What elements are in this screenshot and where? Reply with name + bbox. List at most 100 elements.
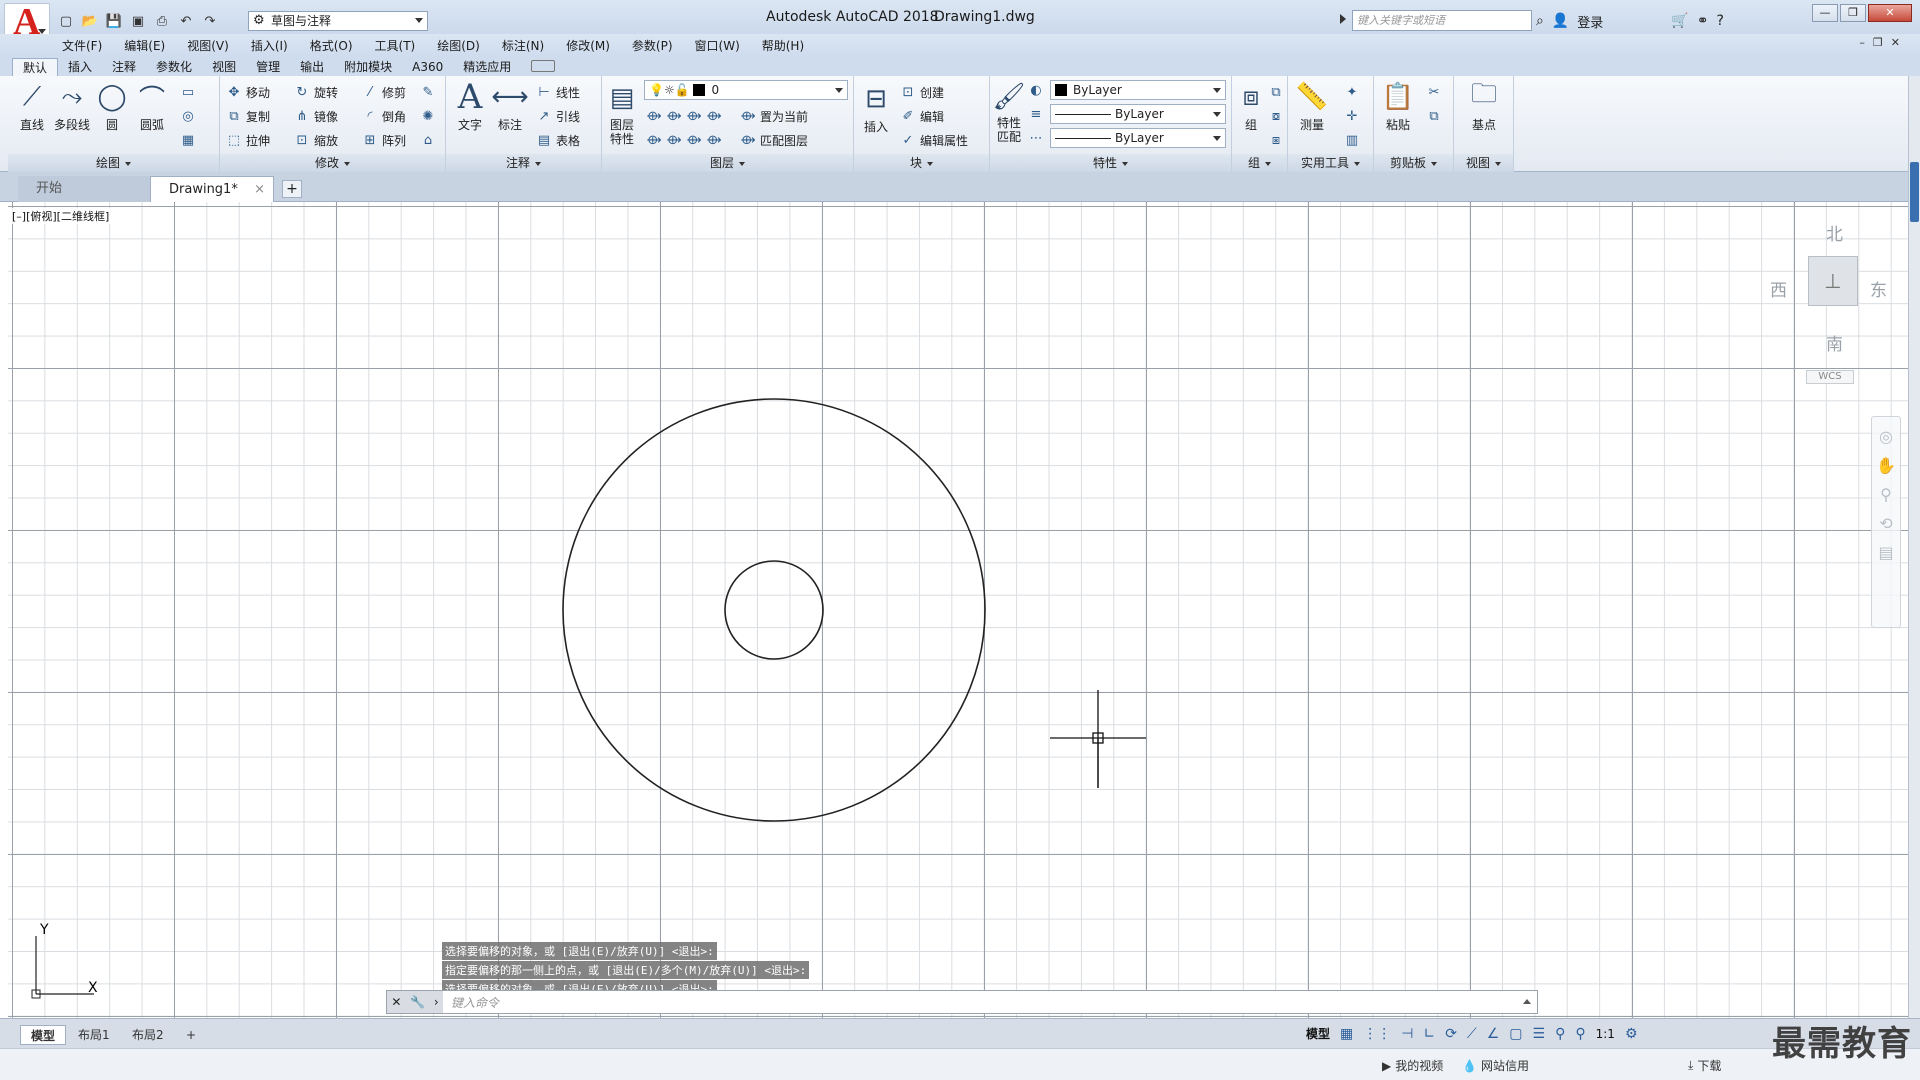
point-button[interactable]: ✛ [1344,106,1360,126]
viewcube[interactable]: 北 西 东 ⊥ 南 WCS [1768,216,1888,386]
viewport-controls[interactable]: [–][俯视][二维线框] [10,208,112,224]
measure-button[interactable]: 📏 测量 [1292,80,1332,133]
group-select-button[interactable]: ⧆ [1268,130,1284,150]
undo-icon[interactable]: ↶ [176,11,196,31]
close-button[interactable]: ✕ [1868,4,1912,22]
document-window-controls[interactable]: –❐✕ [1859,36,1908,49]
tab-layout2[interactable]: 布局2 [122,1025,174,1045]
history-up-icon[interactable] [1523,999,1531,1004]
tab-parametric[interactable]: 参数化 [146,58,202,76]
lineweight-dropdown[interactable]: ByLayer [1050,104,1226,124]
user-icon[interactable]: 👤 [1552,13,1569,29]
panel-properties-title[interactable]: 特性 [990,154,1231,172]
stretch-button[interactable]: ⬚ 拉伸 [226,130,270,150]
viewcube-top-face[interactable]: ⊥ [1808,256,1858,306]
match-properties-button[interactable]: 🖌 特性 匹配 [992,80,1026,144]
copy-button[interactable]: ⧉ 复制 [226,106,270,126]
workspace-selector[interactable]: ⚙ 草图与注释 [248,11,428,31]
save-icon[interactable]: 💾 [104,11,124,31]
quick-select-button[interactable]: ✦ [1344,82,1360,102]
new-tab-button[interactable]: + [282,180,302,198]
menu-edit[interactable]: 编辑(E) [124,37,165,54]
panel-annotation-title[interactable]: 注释 [446,154,601,172]
object-snap-icon[interactable]: ▢ [1509,1026,1522,1042]
arc-button[interactable]: ⌒ 圆弧 [132,80,172,133]
create-block-button[interactable]: ⊡ 创建 [900,82,944,102]
save-as-icon[interactable]: ▣ [128,11,148,31]
grid-icon[interactable]: ▦ [1340,1026,1353,1042]
match-layer-button[interactable]: ⟴ 匹配图层 [740,130,808,150]
drawing-canvas[interactable]: [–][俯视][二维线框] 北 西 东 ⊥ 南 WCS ◎ ✋ ⚲ ⟲ ▤ Y … [8,202,1908,1018]
cut-button[interactable]: ✂ [1426,82,1442,102]
panel-groups-title[interactable]: 组 [1232,154,1287,172]
close-icon[interactable]: × [254,177,265,203]
polar-icon[interactable]: ⟳ [1445,1026,1457,1042]
panel-clipboard-title[interactable]: 剪贴板 [1374,154,1453,172]
paste-button[interactable]: 📋 粘贴 [1378,80,1418,133]
layer-dropdown[interactable]: 💡☼🔓 0 [644,80,848,100]
login-link[interactable]: 登录 [1577,12,1603,31]
close-icon[interactable]: ✕ [391,995,401,1009]
color-dropdown[interactable]: ByLayer [1050,80,1226,100]
binoculars-icon[interactable]: ⌕ [1536,13,1544,29]
tab-drawing1[interactable]: Drawing1* × [150,176,274,202]
settings-icon[interactable]: ⚙ [1625,1026,1638,1042]
tab-start[interactable]: 开始 [18,176,150,202]
orbit-icon[interactable]: ⟲ [1872,514,1900,533]
model-space-toggle[interactable]: 模型 [1306,1025,1330,1042]
layer-tools-row2[interactable]: ⟴ ⟴ ⟴ ⟴ [646,130,722,150]
edit-attributes-button[interactable]: ✓ 编辑属性 [900,130,968,150]
showmotion-icon[interactable]: ▤ [1872,543,1900,562]
viewcube-east[interactable]: 东 [1870,276,1887,301]
outer-circle[interactable] [562,398,986,822]
menu-draw[interactable]: 绘图(D) [437,37,480,54]
copy-clip-button[interactable]: ⧉ [1426,106,1442,126]
new-file-icon[interactable]: ▢ [56,11,76,31]
trim-button[interactable]: ⁄ 修剪 [362,82,406,102]
steering-wheel-icon[interactable]: ◎ [1872,427,1900,446]
annotation-visibility-icon[interactable]: ⚲ [1575,1026,1585,1042]
help-icon[interactable]: ? [1716,13,1723,29]
base-point-button[interactable]: 🗀 基点 [1464,79,1504,133]
hatch-button[interactable]: ◎ [180,106,196,126]
print-icon[interactable]: ⎙ [152,11,172,31]
panel-draw-title[interactable]: 绘图 [8,154,219,172]
ungroup-button[interactable]: ⧉ [1268,82,1284,102]
polyline-button[interactable]: ⤳ 多段线 [52,80,92,133]
move-button[interactable]: ✥ 移动 [226,82,270,102]
edit-block-button[interactable]: ✐ 编辑 [900,106,944,126]
zoom-icon[interactable]: ⚲ [1872,485,1900,504]
redo-icon[interactable]: ↷ [200,11,220,31]
leader-button[interactable]: ↗ 引线 [536,106,580,126]
search-expand-icon[interactable] [1340,14,1346,24]
menu-file[interactable]: 文件(F) [62,37,102,54]
line-button[interactable]: ⟋ 直线 [12,80,52,133]
menu-format[interactable]: 格式(O) [310,37,353,54]
add-layout-button[interactable]: + [176,1025,206,1045]
layer-tools-row1[interactable]: ⟴ ⟴ ⟴ ⟴ [646,106,722,126]
pan-hand-icon[interactable]: ✋ [1872,456,1900,475]
fillet-button[interactable]: ◜ 倒角 [362,106,406,126]
table-button[interactable]: ▤ 表格 [536,130,580,150]
menu-help[interactable]: 帮助(H) [762,37,804,54]
menu-window[interactable]: 窗口(W) [695,37,740,54]
group-button[interactable]: ⧈ 组 [1234,80,1268,133]
boundary-button[interactable]: ▦ [180,130,196,150]
array-button[interactable]: ⊞ 阵列 [362,130,406,150]
inner-circle[interactable] [724,560,824,660]
scroll-thumb[interactable] [1910,162,1919,222]
tab-view[interactable]: 视图 [202,58,246,76]
tab-addins[interactable]: 附加模块 [334,58,402,76]
panel-modify-title[interactable]: 修改 [220,154,445,172]
offset-button[interactable]: ⌂ [420,130,436,150]
panel-block-title[interactable]: 块 [854,154,989,172]
ortho-icon[interactable]: ∟ [1423,1026,1435,1042]
isometric-icon[interactable]: ∠ [1487,1026,1500,1042]
command-input[interactable]: 键入命令 [451,994,499,1011]
infer-icon[interactable]: ⊣ [1401,1026,1413,1042]
panel-view-title[interactable]: 视图 [1454,154,1513,172]
minimize-button[interactable]: — [1812,4,1838,22]
lineweight-status-icon[interactable]: ☰ [1533,1026,1546,1042]
tab-manage[interactable]: 管理 [246,58,290,76]
panel-utilities-title[interactable]: 实用工具 [1288,154,1373,172]
